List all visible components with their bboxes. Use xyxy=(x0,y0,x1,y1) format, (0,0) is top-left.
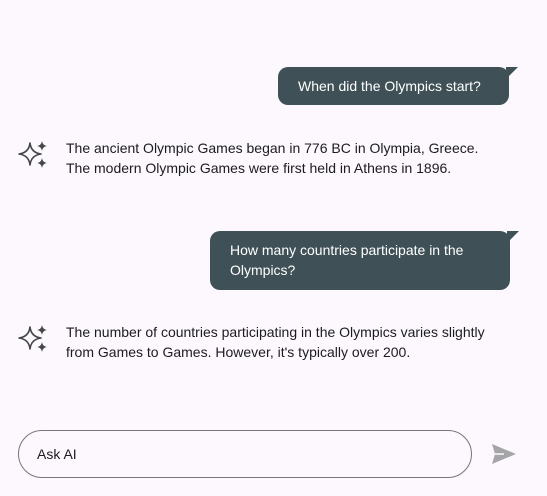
ask-ai-input[interactable] xyxy=(37,443,447,465)
bubble-tail xyxy=(506,67,518,79)
sparkle-icon xyxy=(18,141,47,168)
user-message-text: When did the Olympics start? xyxy=(298,78,481,94)
sparkle-icon xyxy=(18,325,47,352)
user-message: When did the Olympics start? xyxy=(278,67,518,105)
prompt-composer xyxy=(18,430,472,478)
assistant-message-text: The number of countries participating in… xyxy=(66,324,485,360)
send-icon[interactable] xyxy=(490,442,518,466)
bubble-tail xyxy=(507,231,519,243)
assistant-message-text: The ancient Olympic Games began in 776 B… xyxy=(66,140,479,176)
chat-thread: When did the Olympics start? The ancient… xyxy=(0,0,547,420)
user-message-text: How many countries participate in the Ol… xyxy=(230,242,464,278)
user-message: How many countries participate in the Ol… xyxy=(210,231,519,290)
